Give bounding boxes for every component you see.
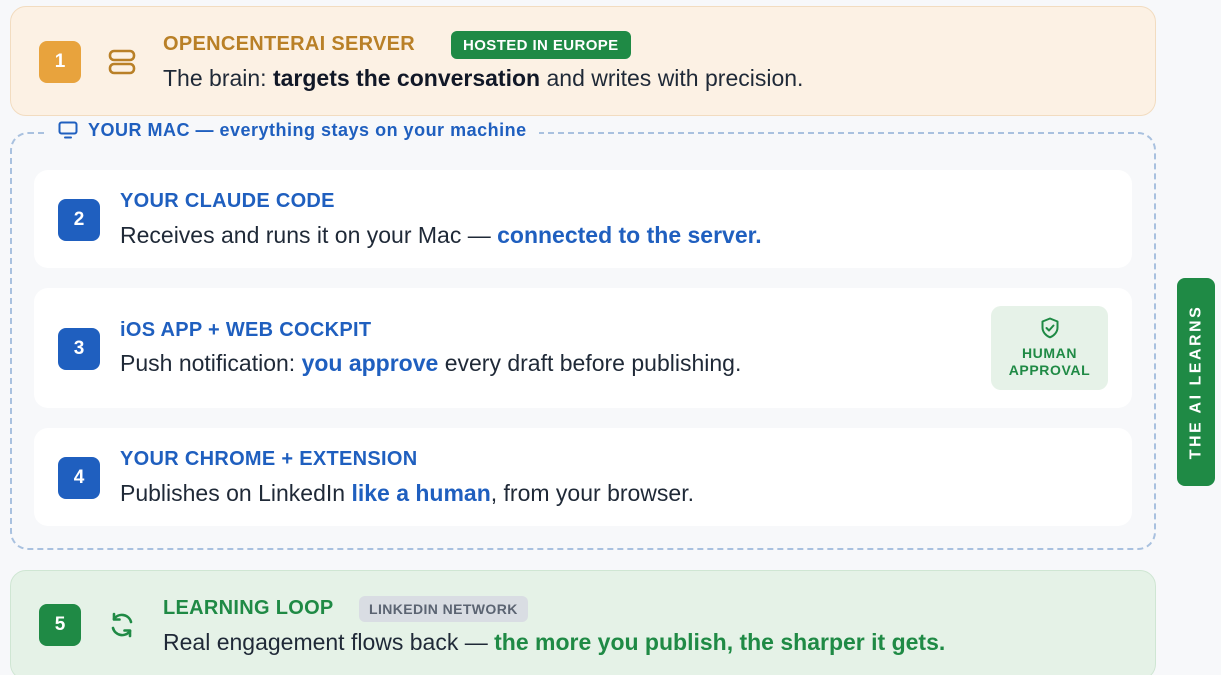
approval-line-1: HUMAN: [1021, 345, 1078, 361]
linkedin-network-badge: LINKEDIN NETWORK: [359, 596, 528, 622]
step-number-1: 1: [39, 41, 81, 83]
learning-title: LEARNING LOOP: [163, 597, 334, 619]
step-title: iOS APP + WEB COCKPIT: [120, 319, 372, 341]
server-title: OPENCENTERAI SERVER: [163, 33, 416, 55]
hosted-badge: HOSTED IN EUROPE: [451, 31, 631, 59]
ai-learns-label: THE AI LEARNS: [1187, 304, 1205, 460]
ai-learns-tab: THE AI LEARNS: [1177, 278, 1215, 486]
refresh-icon: [111, 612, 133, 638]
step-claude-code: 2 YOUR CLAUDE CODE Receives and runs it …: [34, 170, 1132, 268]
step-chrome-extension: 4 YOUR CHROME + EXTENSION Publishes on L…: [34, 428, 1132, 526]
learning-description: Real engagement flows back — the more yo…: [163, 629, 946, 655]
shield-check-icon: [1041, 317, 1058, 339]
learning-loop-card: 5 LEARNING LOOP LINKEDIN NETWORK Real en…: [10, 570, 1156, 675]
server-card: 1 OPENCENTERAI SERVER HOSTED IN EUROPE T…: [10, 6, 1156, 116]
step-ios-app: 3 iOS APP + WEB COCKPIT Push notificatio…: [34, 288, 1132, 408]
step-description: Push notification: you approve every dra…: [120, 350, 742, 376]
approval-line-2: APPROVAL: [1008, 362, 1091, 378]
step-description: Publishes on LinkedIn like a human, from…: [120, 480, 694, 506]
step-number-3: 3: [58, 328, 100, 370]
step-description: Receives and runs it on your Mac — conne…: [120, 222, 762, 248]
human-approval-badge: HUMAN APPROVAL: [991, 306, 1108, 390]
step-title: YOUR CLAUDE CODE: [120, 190, 335, 212]
server-description: The brain: targets the conversation and …: [163, 65, 804, 91]
step-title: YOUR CHROME + EXTENSION: [120, 448, 418, 470]
step-number-2: 2: [58, 199, 100, 241]
step-number-4: 4: [58, 457, 100, 499]
step-number-5: 5: [39, 604, 81, 646]
mac-group-label: YOUR MAC — everything stays on your mach…: [46, 117, 539, 143]
server-stack-icon: [108, 49, 136, 75]
monitor-icon: [58, 121, 78, 139]
